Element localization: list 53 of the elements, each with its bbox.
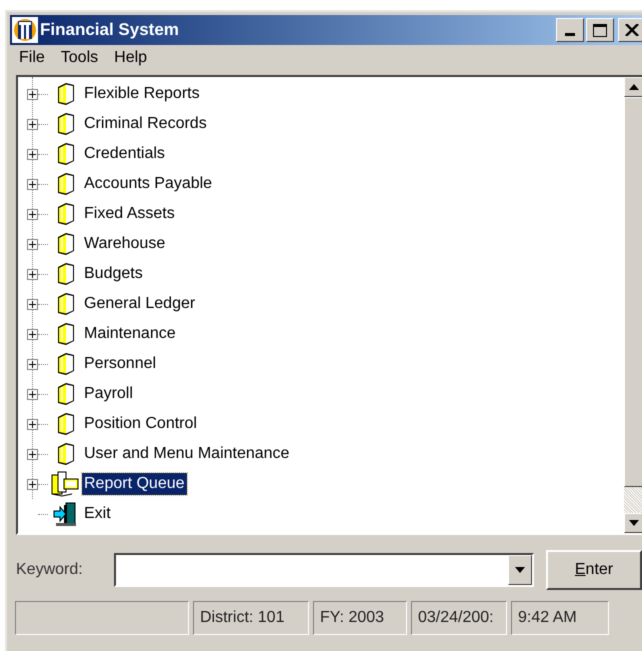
status-bar-panel: 9:42 AM: [511, 601, 609, 635]
app-logo-icon: [12, 17, 38, 43]
tree-item[interactable]: Payroll: [82, 383, 135, 405]
minimize-button[interactable]: [556, 18, 584, 42]
keyword-label: Keyword:: [16, 560, 84, 580]
expand-icon[interactable]: [27, 118, 38, 130]
tree-item[interactable]: Report Queue: [82, 473, 187, 495]
up-arrow-icon: [629, 84, 639, 90]
scroll-up-button[interactable]: [624, 77, 642, 97]
expand-icon[interactable]: [27, 178, 38, 190]
menu-item[interactable]: Tools: [54, 46, 104, 70]
menu-item[interactable]: File: [13, 46, 51, 70]
scroll-down-button[interactable]: [624, 513, 642, 533]
dropdown-button[interactable]: [508, 555, 532, 585]
status-bar-panel: FY: 2003: [313, 601, 407, 635]
expand-icon[interactable]: [27, 298, 38, 310]
expand-icon[interactable]: [27, 148, 38, 160]
tree-item[interactable]: Accounts Payable: [82, 173, 214, 195]
expand-icon[interactable]: [27, 478, 38, 490]
keyword-combo-box[interactable]: [114, 553, 534, 587]
tree-item[interactable]: Exit: [82, 503, 113, 525]
maximize-button[interactable]: [586, 18, 614, 42]
expand-icon[interactable]: [27, 358, 38, 370]
expand-icon[interactable]: [27, 268, 38, 280]
report-queue-icon: [50, 471, 80, 497]
status-bar-panel: 03/24/200:: [411, 601, 507, 635]
expand-icon[interactable]: [27, 448, 38, 460]
tree-item[interactable]: General Ledger: [82, 293, 198, 315]
window-title: Financial System: [40, 19, 180, 42]
exit-door-icon: [52, 501, 78, 527]
tree-item[interactable]: Personnel: [82, 353, 158, 375]
tree-item[interactable]: Maintenance: [82, 323, 178, 345]
expand-icon[interactable]: [27, 418, 38, 430]
tree-item[interactable]: Fixed Assets: [82, 203, 177, 225]
expand-icon[interactable]: [27, 328, 38, 340]
tree-item[interactable]: Criminal Records: [82, 113, 209, 135]
close-icon: [625, 24, 639, 36]
close-button[interactable]: [618, 18, 642, 42]
tree-item[interactable]: Flexible Reports: [82, 83, 202, 105]
tree-item[interactable]: Position Control: [82, 413, 199, 435]
tree-item[interactable]: Budgets: [82, 263, 145, 285]
tree-item[interactable]: Warehouse: [82, 233, 168, 255]
status-bar-panel: District: 101: [193, 601, 309, 635]
tree-item[interactable]: User and Menu Maintenance: [82, 443, 292, 465]
down-arrow-icon: [629, 520, 639, 526]
menu-item[interactable]: Help: [108, 46, 154, 70]
caret-icon: [515, 567, 525, 573]
enter-button[interactable]: Enter: [546, 550, 642, 590]
tree-item[interactable]: Credentials: [82, 143, 167, 165]
expand-icon[interactable]: [27, 388, 38, 400]
expand-icon[interactable]: [27, 238, 38, 250]
expand-icon[interactable]: [27, 88, 38, 100]
expand-icon[interactable]: [27, 208, 38, 220]
